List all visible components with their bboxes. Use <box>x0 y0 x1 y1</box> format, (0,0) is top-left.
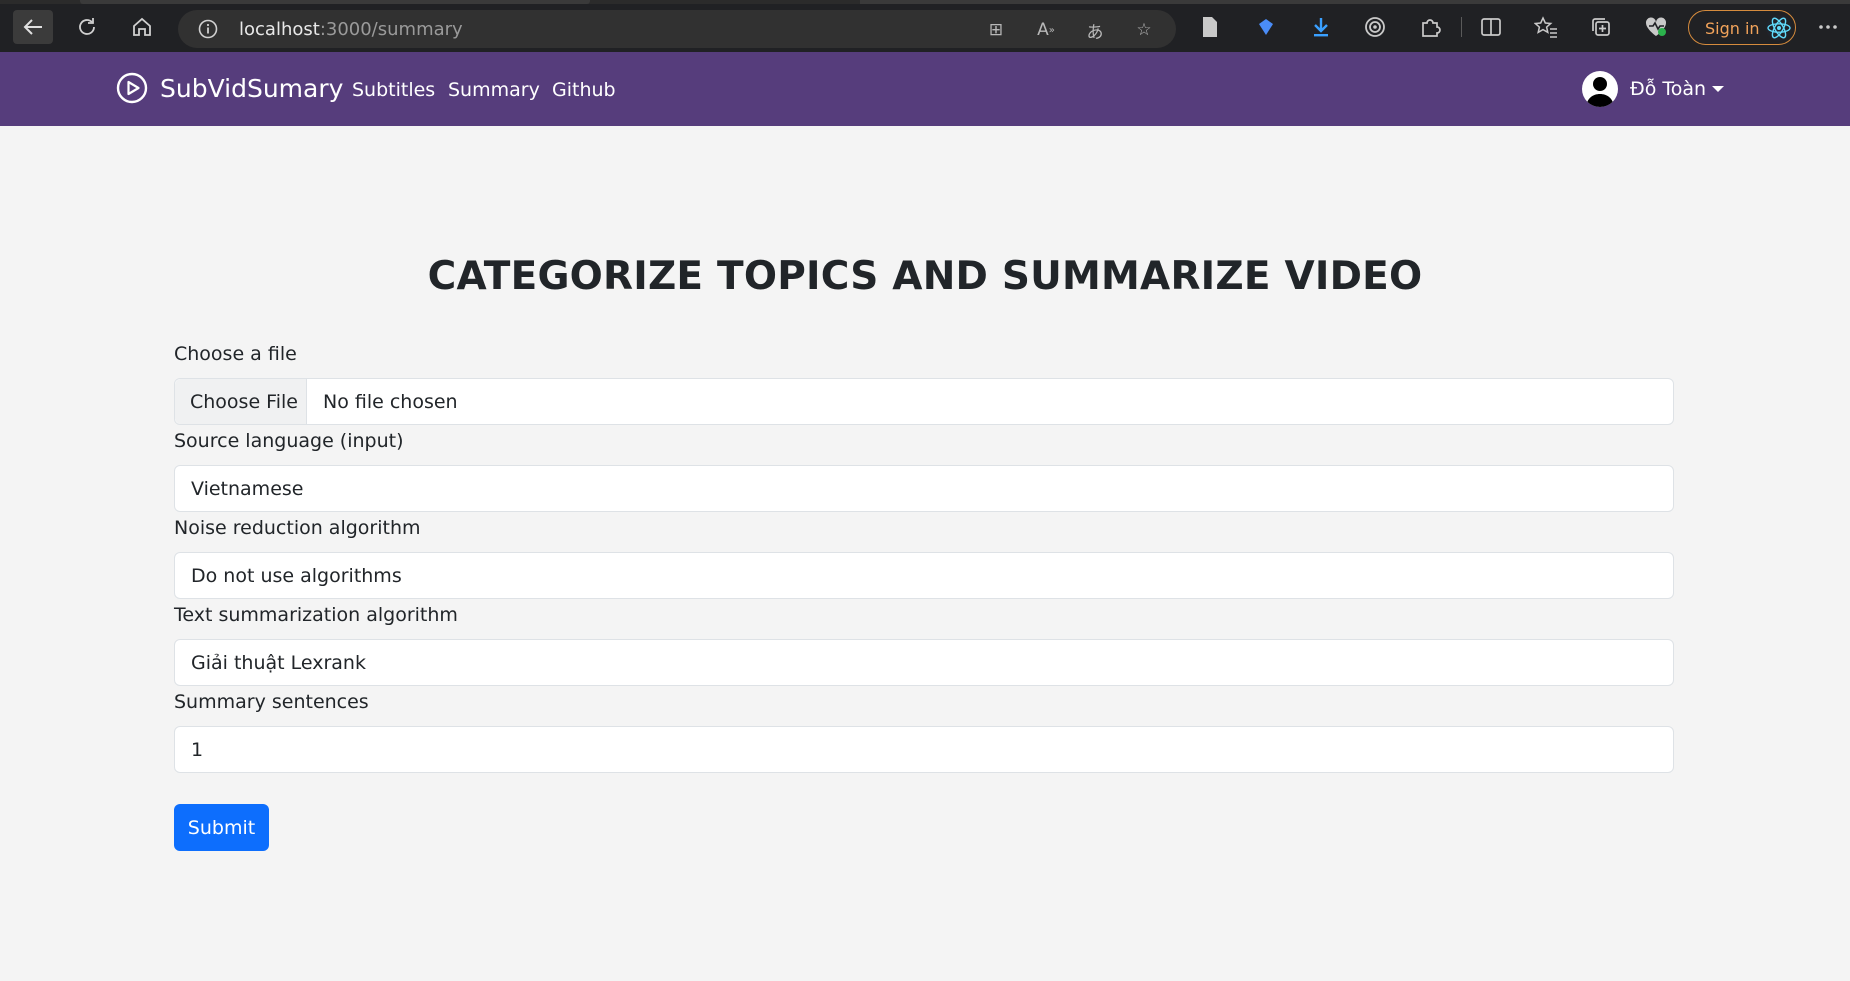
back-button[interactable] <box>13 10 53 44</box>
download-icon[interactable] <box>1309 15 1333 39</box>
site-info-icon[interactable] <box>198 19 218 39</box>
caret-down-icon <box>1712 86 1725 92</box>
url-path: :3000/summary <box>319 19 463 40</box>
sign-in-button[interactable]: Sign in <box>1688 10 1796 45</box>
summary-sentences-input[interactable]: 1 <box>174 726 1674 773</box>
user-silhouette-icon <box>1586 77 1614 107</box>
brand-name: SubVidSumary <box>160 73 344 103</box>
text-summarization-label: Text summarization algorithm <box>174 604 458 626</box>
summary-sentences-label: Summary sentences <box>174 691 369 713</box>
app-navbar: SubVidSumary Subtitles Summary Github Đỗ… <box>0 52 1850 126</box>
url-text: localhost:3000/summary <box>239 19 463 40</box>
nav-link-subtitles[interactable]: Subtitles <box>352 79 435 101</box>
react-logo-icon <box>1766 15 1792 41</box>
tab-edge <box>80 0 590 4</box>
text-summarization-select[interactable]: Giải thuật Lexrank <box>174 639 1674 686</box>
user-name: Đỗ Toàn <box>1630 78 1707 100</box>
browser-essentials-icon[interactable] <box>1644 15 1668 39</box>
target-icon[interactable] <box>1363 15 1387 39</box>
avatar <box>1582 71 1618 107</box>
refresh-button[interactable] <box>67 10 107 44</box>
submit-button[interactable]: Submit <box>174 804 269 851</box>
more-menu-icon[interactable] <box>1816 15 1840 39</box>
page-title: CATEGORIZE TOPICS AND SUMMARIZE VIDEO <box>427 254 1423 299</box>
noise-reduction-value: Do not use algorithms <box>191 565 402 587</box>
noise-reduction-select[interactable]: Do not use algorithms <box>174 552 1674 599</box>
nav-link-github[interactable]: Github <box>552 79 616 101</box>
read-aloud-icon[interactable]: A» <box>1035 19 1057 41</box>
noise-reduction-label: Noise reduction algorithm <box>174 517 421 539</box>
refresh-icon <box>79 18 95 35</box>
file-label: Choose a file <box>174 343 297 365</box>
translate-icon[interactable]: あ <box>1084 19 1106 43</box>
toolbar-divider <box>1461 17 1462 37</box>
choose-file-button[interactable]: Choose File <box>175 379 307 424</box>
collections-icon[interactable] <box>1589 15 1613 39</box>
user-menu-toggle[interactable]: Đỗ Toàn <box>1582 71 1725 107</box>
tab-edge <box>860 0 1850 4</box>
file-status: No file chosen <box>323 391 458 413</box>
play-circle-icon <box>116 72 148 104</box>
tab-strip <box>0 0 1850 4</box>
choose-file-label: Choose File <box>190 391 298 413</box>
source-language-label: Source language (input) <box>174 430 404 452</box>
extension-shield-icon[interactable] <box>1254 15 1278 39</box>
sign-in-label: Sign in <box>1705 19 1760 38</box>
browser-toolbar: localhost:3000/summary ⊞ A» あ ☆ Sign in <box>0 0 1850 52</box>
source-language-select[interactable]: Vietnamese <box>174 465 1674 512</box>
home-icon <box>133 17 151 36</box>
extensions-puzzle-icon[interactable] <box>1418 15 1442 39</box>
back-arrow-icon <box>23 19 42 35</box>
text-summarization-value: Giải thuật Lexrank <box>191 652 366 674</box>
home-button[interactable] <box>122 10 162 44</box>
favorites-icon[interactable] <box>1534 15 1558 39</box>
url-host: localhost <box>239 19 320 40</box>
document-icon[interactable] <box>1198 15 1222 39</box>
summary-sentences-value: 1 <box>191 739 204 761</box>
nav-link-summary[interactable]: Summary <box>448 79 540 101</box>
brand-link[interactable]: SubVidSumary <box>116 72 343 104</box>
address-bar[interactable]: localhost:3000/summary ⊞ A» あ ☆ <box>178 10 1176 48</box>
app-available-icon[interactable]: ⊞ <box>985 19 1007 41</box>
favorite-star-icon[interactable]: ☆ <box>1133 19 1155 41</box>
split-screen-icon[interactable] <box>1479 15 1503 39</box>
file-input[interactable]: Choose File No file chosen <box>174 378 1674 425</box>
source-language-value: Vietnamese <box>191 478 304 500</box>
